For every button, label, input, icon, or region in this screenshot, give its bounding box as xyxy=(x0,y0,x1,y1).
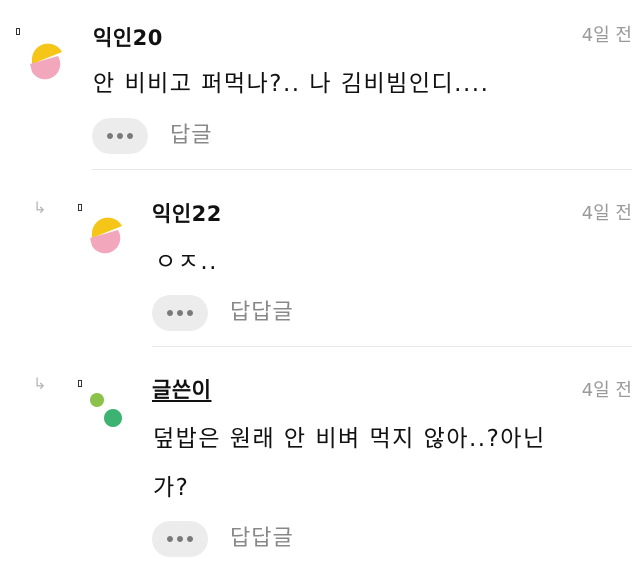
more-options-button[interactable] xyxy=(152,521,208,557)
more-dots-icon xyxy=(167,310,173,316)
comment-item: ↳ 글쓴이 4일 전 덮밥은 원래 안 비벼 먹지 않아..?아닌 가? 답답글 xyxy=(0,347,640,563)
reply-button[interactable]: 답답글 xyxy=(230,525,294,553)
more-options-button[interactable] xyxy=(92,118,148,154)
more-options-button[interactable] xyxy=(152,295,208,331)
nickname[interactable]: 익인20 xyxy=(93,25,163,51)
comment-item: ↳ 익인22 4일 전 ㅇㅈ.. 답답글 xyxy=(0,170,640,347)
nickname[interactable]: 글쓴이 xyxy=(152,377,211,403)
comment-text: 안 비비고 퍼먹나?.. 나 김비빔인디.... xyxy=(93,71,490,97)
comment-item: 익인20 4일 전 안 비비고 퍼먹나?.. 나 김비빔인디.... 답글 xyxy=(0,0,640,170)
timestamp: 4일 전 xyxy=(581,380,632,401)
nickname[interactable]: 익인22 xyxy=(152,201,222,227)
more-dots-icon xyxy=(107,133,113,139)
comment-text: ㅇㅈ.. xyxy=(155,249,218,275)
reply-button[interactable]: 답글 xyxy=(170,122,212,150)
avatar[interactable] xyxy=(86,214,126,254)
comment-marker-icon xyxy=(78,380,82,387)
comment-text-line-2: 가? xyxy=(153,475,190,501)
timestamp: 4일 전 xyxy=(581,203,632,224)
comment-marker-icon xyxy=(78,204,82,211)
reply-button[interactable]: 답답글 xyxy=(230,299,294,327)
avatar[interactable] xyxy=(86,391,126,431)
reply-arrow-icon: ↳ xyxy=(33,198,47,217)
avatar[interactable] xyxy=(26,40,66,80)
timestamp: 4일 전 xyxy=(581,25,632,46)
more-dots-icon xyxy=(167,536,173,542)
comment-marker-icon xyxy=(16,28,20,35)
reply-arrow-icon: ↳ xyxy=(33,374,47,393)
comment-text-line-1: 덮밥은 원래 안 비벼 먹지 않아..?아닌 xyxy=(153,426,546,452)
